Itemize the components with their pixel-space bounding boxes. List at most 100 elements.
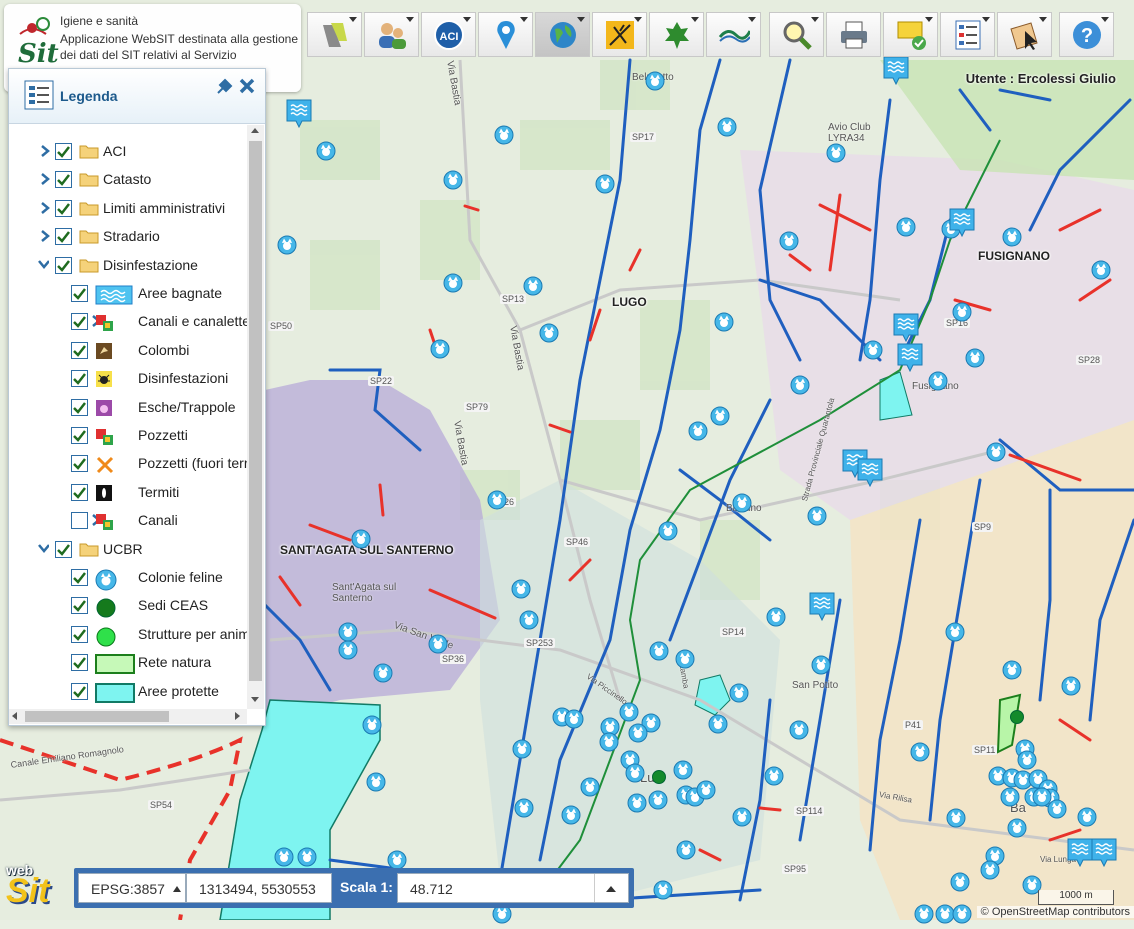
cat-colony-marker-icon[interactable] bbox=[619, 702, 639, 722]
cat-colony-marker-icon[interactable] bbox=[523, 276, 543, 296]
chevron-right-icon[interactable] bbox=[39, 201, 51, 215]
print-tool-button[interactable] bbox=[826, 12, 881, 57]
cat-colony-marker-icon[interactable] bbox=[696, 780, 716, 800]
cat-colony-marker-icon[interactable] bbox=[648, 790, 668, 810]
legend-item[interactable]: Colonie feline bbox=[9, 567, 247, 591]
legend-item[interactable]: Catasto bbox=[9, 169, 247, 193]
cat-colony-marker-icon[interactable] bbox=[316, 141, 336, 161]
cat-colony-marker-icon[interactable] bbox=[779, 231, 799, 251]
legend-item[interactable]: Canali e canalette bbox=[9, 311, 247, 335]
help-tool-button[interactable]: ? bbox=[1059, 12, 1114, 57]
pest-tool-button[interactable] bbox=[592, 12, 647, 57]
cat-colony-marker-icon[interactable] bbox=[896, 217, 916, 237]
locate-tool-button[interactable] bbox=[478, 12, 533, 57]
layer-checkbox[interactable] bbox=[71, 285, 88, 302]
scroll-up-icon[interactable] bbox=[251, 128, 259, 133]
map-attribution[interactable]: © OpenStreetMap contributors bbox=[976, 906, 1134, 918]
ceas-site-marker[interactable] bbox=[652, 770, 666, 784]
layer-checkbox[interactable] bbox=[71, 313, 88, 331]
aci-tool-button[interactable]: ACI bbox=[421, 12, 476, 57]
cat-colony-marker-icon[interactable] bbox=[1002, 227, 1022, 247]
cat-colony-marker-icon[interactable] bbox=[790, 375, 810, 395]
cat-colony-marker-icon[interactable] bbox=[561, 805, 581, 825]
cat-colony-marker-icon[interactable] bbox=[514, 798, 534, 818]
wet-area-marker-icon[interactable] bbox=[883, 56, 909, 86]
cat-colony-marker-icon[interactable] bbox=[732, 493, 752, 513]
layer-checkbox[interactable] bbox=[71, 341, 88, 359]
cat-colony-marker-icon[interactable] bbox=[950, 872, 970, 892]
legend-item[interactable]: ACI bbox=[9, 141, 247, 165]
cat-colony-marker-icon[interactable] bbox=[986, 442, 1006, 462]
cat-colony-marker-icon[interactable] bbox=[487, 490, 507, 510]
layer-checkbox[interactable] bbox=[71, 682, 88, 700]
cat-colony-marker-icon[interactable] bbox=[946, 808, 966, 828]
legend-item[interactable]: Strutture per animali bbox=[9, 624, 247, 648]
chevron-right-icon[interactable] bbox=[39, 229, 51, 243]
wet-area-marker-icon[interactable] bbox=[286, 99, 312, 129]
consortium-tool-button[interactable] bbox=[706, 12, 761, 57]
cat-colony-marker-icon[interactable] bbox=[625, 763, 645, 783]
layer-checkbox[interactable] bbox=[71, 398, 88, 416]
legend-item[interactable]: Sedi CEAS bbox=[9, 595, 247, 619]
cat-colony-marker-icon[interactable] bbox=[366, 772, 386, 792]
layer-checkbox[interactable] bbox=[71, 370, 88, 388]
cat-colony-marker-icon[interactable] bbox=[443, 273, 463, 293]
chevron-right-icon[interactable] bbox=[39, 144, 51, 158]
cat-colony-marker-icon[interactable] bbox=[338, 622, 358, 642]
wet-area-marker-icon[interactable] bbox=[893, 313, 919, 343]
cat-colony-marker-icon[interactable] bbox=[708, 714, 728, 734]
legend-item[interactable]: Disinfestazioni bbox=[9, 368, 247, 392]
scroll-thumb[interactable] bbox=[25, 711, 169, 722]
legend-item[interactable]: UCBR bbox=[9, 539, 247, 563]
cat-colony-marker-icon[interactable] bbox=[673, 760, 693, 780]
cat-colony-marker-icon[interactable] bbox=[710, 406, 730, 426]
cat-colony-marker-icon[interactable] bbox=[443, 170, 463, 190]
layer-checkbox[interactable] bbox=[55, 199, 72, 217]
cat-colony-marker-icon[interactable] bbox=[599, 732, 619, 752]
legend-horizontal-scrollbar[interactable] bbox=[9, 709, 247, 724]
cat-colony-marker-icon[interactable] bbox=[494, 125, 514, 145]
scroll-right-icon[interactable] bbox=[235, 712, 240, 720]
layer-checkbox[interactable] bbox=[71, 569, 88, 586]
wet-area-marker-icon[interactable] bbox=[1067, 838, 1093, 868]
cat-colony-marker-icon[interactable] bbox=[826, 143, 846, 163]
cat-colony-marker-icon[interactable] bbox=[658, 521, 678, 541]
cat-colony-marker-icon[interactable] bbox=[297, 847, 317, 867]
cat-colony-marker-icon[interactable] bbox=[428, 634, 448, 654]
legend-item[interactable]: Termiti bbox=[9, 482, 247, 506]
cat-colony-marker-icon[interactable] bbox=[511, 579, 531, 599]
scroll-left-icon[interactable] bbox=[12, 712, 17, 720]
notes-tool-button[interactable] bbox=[883, 12, 938, 57]
cat-colony-marker-icon[interactable] bbox=[688, 421, 708, 441]
ceas-site-marker[interactable] bbox=[1010, 710, 1024, 724]
search-tool-button[interactable] bbox=[769, 12, 824, 57]
layer-checkbox[interactable] bbox=[71, 427, 88, 444]
legend-item[interactable]: Stradario bbox=[9, 226, 247, 250]
cat-colony-marker-icon[interactable] bbox=[1091, 260, 1111, 280]
cat-colony-marker-icon[interactable] bbox=[789, 720, 809, 740]
legend-item[interactable]: Aree protette bbox=[9, 681, 247, 705]
cat-colony-marker-icon[interactable] bbox=[910, 742, 930, 762]
legend-item[interactable]: Pozzetti (fuori territorio) bbox=[9, 453, 247, 477]
cat-colony-marker-icon[interactable] bbox=[1017, 750, 1037, 770]
cat-colony-marker-icon[interactable] bbox=[649, 641, 669, 661]
layer-checkbox[interactable] bbox=[71, 455, 88, 473]
close-icon[interactable] bbox=[238, 77, 256, 95]
cat-colony-marker-icon[interactable] bbox=[952, 302, 972, 322]
chevron-down-icon[interactable] bbox=[37, 542, 49, 556]
coordinate-field[interactable]: 1313494, 5530553 bbox=[186, 873, 332, 903]
epsg-select[interactable]: EPSG:3857 bbox=[78, 873, 186, 903]
layer-checkbox[interactable] bbox=[71, 512, 88, 530]
wet-area-marker-icon[interactable] bbox=[857, 458, 883, 488]
chevron-right-icon[interactable] bbox=[39, 172, 51, 186]
cat-colony-marker-icon[interactable] bbox=[645, 71, 665, 91]
cat-colony-marker-icon[interactable] bbox=[1032, 787, 1052, 807]
legend-item[interactable]: Pozzetti bbox=[9, 425, 247, 449]
layer-checkbox[interactable] bbox=[55, 540, 72, 558]
cat-colony-marker-icon[interactable] bbox=[766, 607, 786, 627]
cat-colony-marker-icon[interactable] bbox=[351, 529, 371, 549]
legend-vertical-scrollbar[interactable] bbox=[247, 125, 264, 709]
cat-colony-marker-icon[interactable] bbox=[274, 847, 294, 867]
cat-colony-marker-icon[interactable] bbox=[863, 340, 883, 360]
cat-colony-marker-icon[interactable] bbox=[580, 777, 600, 797]
